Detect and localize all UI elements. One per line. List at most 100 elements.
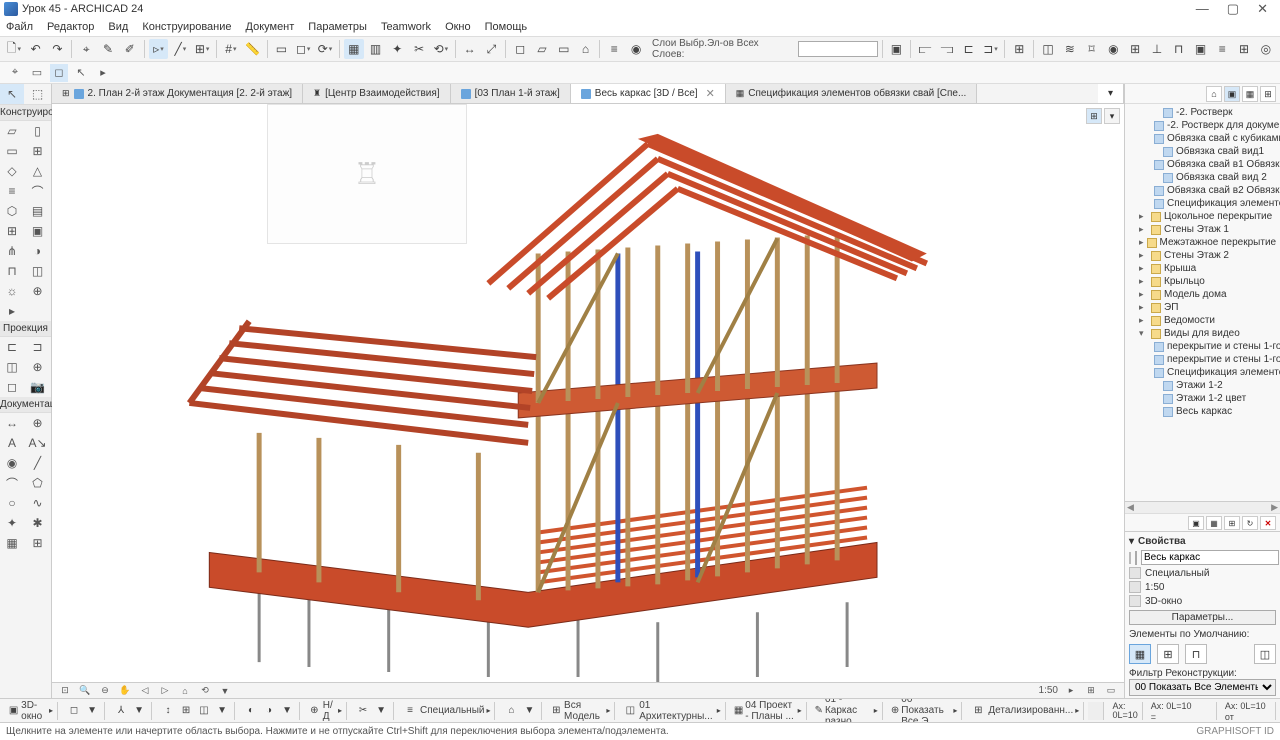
tb-misc2[interactable]: ◫ <box>1038 39 1058 59</box>
bb-i9[interactable]: ◐ <box>243 703 259 719</box>
brand-label[interactable]: GRAPHISOFT ID <box>1196 726 1274 737</box>
bb-i11[interactable]: ▼ <box>279 703 295 719</box>
tool-poly[interactable]: ⬠ <box>26 473 50 493</box>
nav-next-button[interactable]: ▭ <box>554 39 574 59</box>
bb-i17[interactable]: ▼ <box>521 703 537 719</box>
tb-misc8[interactable]: ⊓ <box>1169 39 1189 59</box>
tree-node[interactable]: ▸Модель дома <box>1125 288 1280 301</box>
tree-node[interactable]: -2. Ростверк для документации <box>1125 119 1280 132</box>
vp-grid-icon[interactable]: ⊞ <box>1086 108 1102 124</box>
nav-project-icon[interactable]: ⌂ <box>1206 86 1222 102</box>
tool-fill[interactable]: ◉ <box>0 453 24 473</box>
vp-zoom-value[interactable]: 1:50 <box>1039 685 1058 696</box>
suspend-button[interactable]: ⟳ <box>315 39 335 59</box>
nav-layout-icon[interactable]: ▦ <box>1242 86 1258 102</box>
tool-label[interactable]: A↘ <box>26 433 50 453</box>
tb-misc9[interactable]: ▣ <box>1191 39 1211 59</box>
tool-camera[interactable]: 📷 <box>26 377 50 397</box>
tree-node[interactable]: перекрытие и стены 1-го эт. д <box>1125 353 1280 366</box>
bb-i6[interactable]: ⊞ <box>178 703 194 719</box>
tab-nav-dropdown[interactable]: ▾ <box>1098 84 1124 103</box>
tree-node[interactable]: ▸Крыша <box>1125 262 1280 275</box>
tool-column[interactable]: ▯ <box>26 121 50 141</box>
tb-misc10[interactable]: ≡ <box>1212 39 1232 59</box>
tree-node[interactable]: Этажи 1-2 <box>1125 379 1280 392</box>
tree-node[interactable]: Обвязка свай в1 Обвязка свай <box>1125 158 1280 171</box>
defaults-icon4[interactable]: ◫ <box>1254 644 1276 664</box>
vp-next[interactable]: ▷ <box>158 684 172 698</box>
vp-zoom-fit[interactable]: ⊡ <box>58 684 72 698</box>
tree-btn3[interactable]: ⊞ <box>1224 516 1240 530</box>
tool-text[interactable]: A <box>0 433 24 453</box>
vp-b2[interactable]: ▭ <box>1104 684 1118 698</box>
bb-d2[interactable]: Вся Модель <box>564 700 604 722</box>
tree-node[interactable]: -2. Ростверк <box>1125 106 1280 119</box>
cursor-mode-button[interactable]: ▹ <box>149 39 169 59</box>
tb-misc11[interactable]: ⊞ <box>1234 39 1254 59</box>
tool-slab[interactable]: ◇ <box>0 161 24 181</box>
align-right-button[interactable]: ⊏ <box>959 39 979 59</box>
bb-d3[interactable]: 01 Архитектурны... <box>639 700 715 722</box>
tool-beam[interactable]: ▭ <box>0 141 24 161</box>
menu-help[interactable]: Помощь <box>485 21 528 33</box>
3d-viewport[interactable]: ⊞ ▾ ♖ <box>52 104 1124 682</box>
layer-dropdown[interactable] <box>798 41 877 57</box>
rect-button[interactable]: ▭ <box>272 39 292 59</box>
bb-i4[interactable]: ▼ <box>131 703 147 719</box>
trace-button[interactable]: ▥ <box>366 39 386 59</box>
tool-marquee[interactable]: ⬚ <box>26 84 50 104</box>
align-more-button[interactable]: ⊐ <box>981 39 1001 59</box>
tree-node[interactable]: ▸Стены Этаж 1 <box>1125 223 1280 236</box>
tab-plan1[interactable]: [03 План 1-й этаж] <box>451 84 571 103</box>
tool-object[interactable]: ▣ <box>26 221 50 241</box>
tool-circle[interactable]: ○ <box>0 493 24 513</box>
tool-hotspot[interactable]: ✦ <box>0 513 24 533</box>
tb-misc12[interactable]: ◎ <box>1256 39 1276 59</box>
tool-lamp[interactable]: ☼ <box>0 281 24 301</box>
bb-i14[interactable]: ▼ <box>373 703 389 719</box>
tree-node[interactable]: Обвязка свай в2 Обвязка свай <box>1125 184 1280 197</box>
tool-level[interactable]: ⊕ <box>26 413 50 433</box>
cut-button[interactable]: ✂ <box>409 39 429 59</box>
bb-i2[interactable]: ▼ <box>84 703 100 719</box>
tree-node[interactable]: Этажи 1-2 цвет <box>1125 392 1280 405</box>
tree-node[interactable]: перекрытие и стены 1-го эт. <box>1125 340 1280 353</box>
tb-misc6[interactable]: ⊞ <box>1125 39 1145 59</box>
bb-i22[interactable]: ⊕ <box>891 703 899 719</box>
scroll-left[interactable]: ◀ <box>1127 502 1134 513</box>
bb-i23[interactable]: ⊞ <box>970 703 986 719</box>
bb-d6[interactable]: 00 Показать Все Э... <box>901 698 951 722</box>
tool-fig[interactable]: ✱ <box>26 513 50 533</box>
bb-d5[interactable]: 01 - Каркас разно... <box>825 698 872 722</box>
tb-misc5[interactable]: ◉ <box>1103 39 1123 59</box>
vp-zoom-dd[interactable]: ▸ <box>1064 684 1078 698</box>
bb-viewname[interactable]: 3D-окно <box>21 700 47 722</box>
tool-elevation[interactable]: ⊐ <box>26 337 50 357</box>
props-collapse-icon[interactable]: ▾ <box>1129 536 1134 547</box>
tool-zone[interactable]: ◑ <box>26 241 50 261</box>
section-button[interactable]: ⤢ <box>482 39 502 59</box>
bb-i13[interactable]: ✂ <box>355 703 371 719</box>
tool-curtain[interactable]: ⊞ <box>0 221 24 241</box>
grid-button[interactable]: # <box>221 39 241 59</box>
menu-teamwork[interactable]: Teamwork <box>381 21 431 33</box>
menu-options[interactable]: Параметры <box>308 21 367 33</box>
tab-3d[interactable]: Весь каркас [3D / Все]✕ <box>571 84 726 103</box>
mini-rect[interactable]: ▭ <box>28 64 46 82</box>
tb-misc7[interactable]: ⊥ <box>1147 39 1167 59</box>
tree-node[interactable]: ▸Крыльцо <box>1125 275 1280 288</box>
tree-node[interactable]: Весь каркас <box>1125 405 1280 418</box>
new-button[interactable]: 🗋 <box>4 39 24 59</box>
nav-prev-button[interactable]: ◻ <box>510 39 530 59</box>
tree-btn4[interactable]: ↻ <box>1242 516 1258 530</box>
tool-ie[interactable]: ◫ <box>0 357 24 377</box>
props-name-input[interactable] <box>1141 550 1279 565</box>
props-id-field[interactable] <box>1135 551 1137 565</box>
bb-i20[interactable]: ▦ <box>734 703 743 719</box>
mini-world[interactable]: ◻ <box>50 64 68 82</box>
tool-section[interactable]: ⊏ <box>0 337 24 357</box>
vp-zoom-in[interactable]: 🔍 <box>78 684 92 698</box>
props-filter-select[interactable]: 00 Показать Все Элементы <box>1129 679 1276 696</box>
rotate-button[interactable]: ⟲ <box>431 39 451 59</box>
props-params-button[interactable]: Параметры... <box>1129 610 1276 625</box>
